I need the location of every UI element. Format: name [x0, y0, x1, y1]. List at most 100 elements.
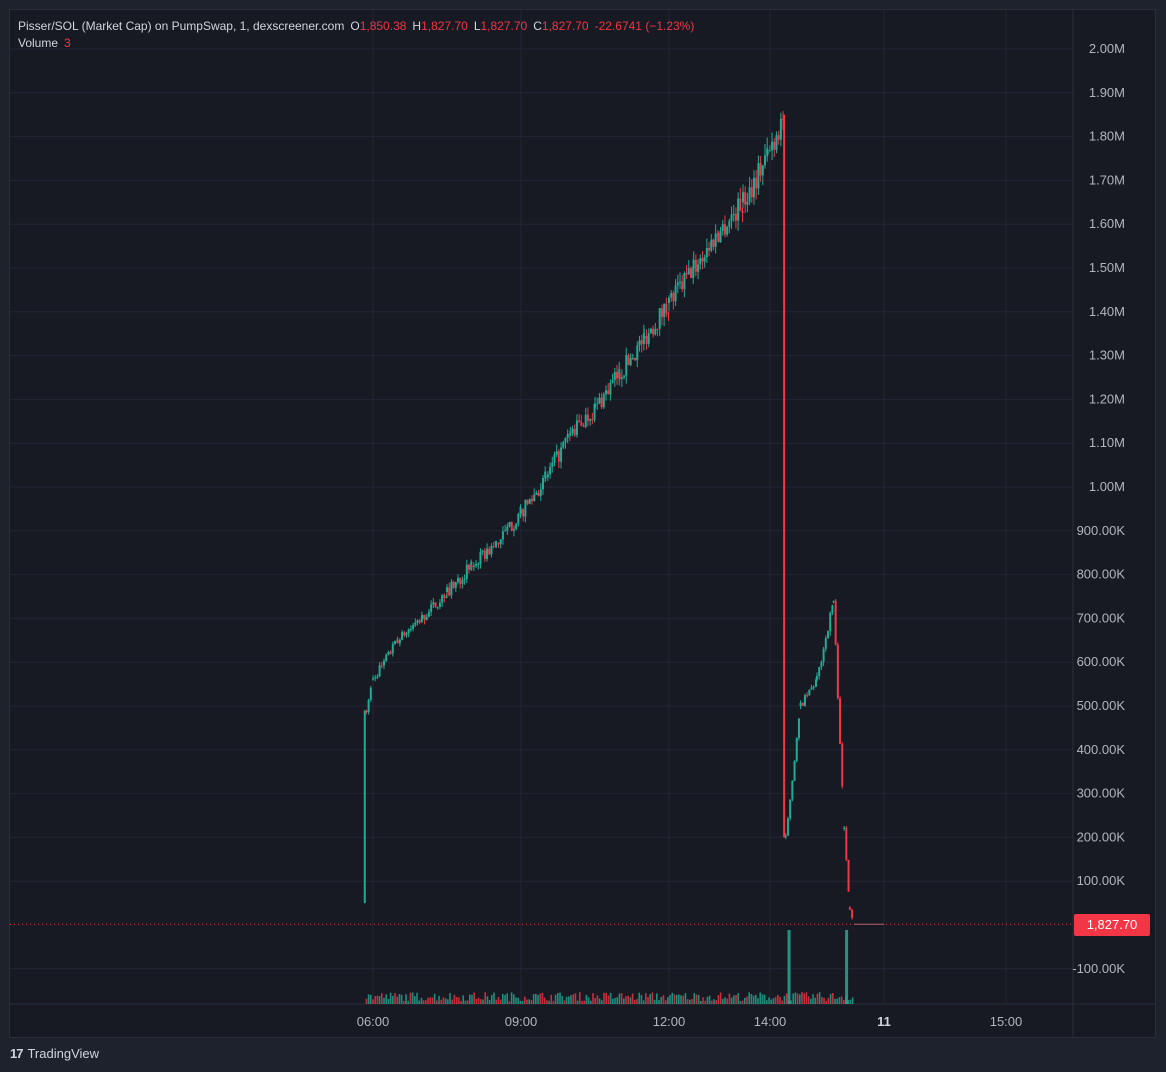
- candle-body: [522, 509, 525, 517]
- candle-body: [479, 551, 482, 564]
- candle-body: [652, 328, 655, 335]
- volume-bar: [783, 995, 786, 1004]
- candle-body: [602, 394, 605, 408]
- close-key: C: [533, 19, 542, 33]
- high-value: 1,827.70: [421, 19, 468, 33]
- candle-body: [446, 587, 448, 593]
- candle-body: [605, 390, 607, 395]
- volume-bar: [680, 995, 682, 1004]
- tradingview-logo-icon: 17: [10, 1046, 24, 1061]
- price-chart[interactable]: 2.00M 1.90M 1.80M 1.70M 1.60M 1.50M 1.40M 1.30M…: [0, 0, 1166, 1040]
- candle-body: [734, 214, 737, 221]
- volume-label: Volume: [18, 36, 59, 50]
- volume-bar: [486, 996, 489, 1004]
- volume-bar: [471, 994, 473, 1004]
- x-axis[interactable]: 06:00 09:00 12:00 14:00 11 15:00: [357, 1014, 1023, 1029]
- candle-body: [739, 198, 742, 211]
- volume-bar: [673, 994, 676, 1004]
- volume-bar: [777, 995, 779, 1004]
- candle-body: [812, 686, 815, 688]
- candle-body: [799, 702, 802, 706]
- candle-body: [376, 676, 379, 678]
- volume-bar: [528, 999, 531, 1004]
- candle-body: [831, 605, 834, 613]
- volume-bar: [823, 997, 825, 1004]
- y-tick-label: 2.00M: [1089, 41, 1125, 56]
- candle-body: [834, 600, 837, 645]
- candle-body: [584, 414, 587, 427]
- candle-body: [387, 651, 390, 655]
- candle-body: [694, 259, 697, 272]
- footer-branding[interactable]: 17 TradingView: [10, 1046, 99, 1061]
- y-tick-label: 1.10M: [1089, 435, 1125, 450]
- legend-ohlc-row: Pisser/SOL (Market Cap) on PumpSwap, 1, …: [18, 18, 694, 35]
- candle-body: [459, 577, 462, 584]
- candle-body: [441, 595, 444, 603]
- candle-body: [779, 118, 782, 140]
- volume-bar: [418, 1000, 421, 1004]
- volume-bar: [543, 997, 546, 1004]
- legend-volume-row[interactable]: Volume 3: [18, 35, 694, 52]
- candle-body: [685, 272, 688, 275]
- volume-bar: [429, 997, 432, 1004]
- volume-value: 3: [64, 36, 71, 50]
- volume-bar: [627, 995, 630, 1004]
- candle-body: [416, 620, 419, 623]
- volume-bar: [449, 993, 451, 1004]
- y-tick-label: 1.50M: [1089, 260, 1125, 275]
- volume-bar: [755, 994, 757, 1004]
- volume-bar: [695, 994, 698, 1004]
- candle-body: [470, 565, 473, 568]
- candle-body: [391, 643, 394, 654]
- candle-body: [847, 859, 850, 892]
- candle-body: [674, 285, 677, 302]
- volume-bar: [792, 993, 795, 1004]
- candle-body: [730, 214, 733, 221]
- volume-bar: [436, 1000, 438, 1004]
- volume-bar: [537, 994, 539, 1004]
- volume-bar: [458, 997, 460, 1004]
- volume-bar: [748, 992, 751, 1004]
- candle-body: [797, 718, 800, 739]
- volume-bar: [431, 997, 434, 1004]
- candle-body: [676, 282, 679, 286]
- candle-body: [398, 639, 401, 644]
- volume-bar: [614, 997, 616, 1004]
- volume-bar: [383, 997, 385, 1004]
- volume-bar: [376, 995, 379, 1004]
- candle-body: [634, 357, 637, 361]
- volume-bar: [576, 1000, 579, 1004]
- candle-body: [539, 489, 542, 496]
- y-tick-label: 800.00K: [1077, 567, 1126, 582]
- y-axis[interactable]: 2.00M 1.90M 1.80M 1.70M 1.60M 1.50M 1.40M 1.30M…: [1072, 41, 1125, 976]
- candle-body: [791, 780, 794, 800]
- symbol-title[interactable]: Pisser/SOL (Market Cap) on PumpSwap, 1, …: [18, 19, 344, 33]
- volume-bar: [563, 1000, 566, 1004]
- candle-body: [746, 201, 749, 205]
- volume-bar: [836, 998, 839, 1004]
- candle-body: [594, 404, 596, 409]
- candle-body: [492, 546, 495, 548]
- candle-body: [803, 695, 806, 706]
- volume-bar: [631, 993, 634, 1004]
- volume-bar: [605, 992, 608, 1004]
- candle-body: [486, 548, 489, 559]
- volume-bar: [583, 1000, 586, 1004]
- candle-body: [394, 640, 396, 644]
- volume-bar: [462, 995, 465, 1004]
- volume-bar: [385, 994, 388, 1004]
- candle-body: [783, 114, 786, 838]
- candle-body: [405, 633, 408, 636]
- volume-bar: [378, 996, 381, 1004]
- candle-body: [475, 564, 478, 566]
- candle-body: [793, 760, 796, 781]
- volume-bar: [513, 994, 515, 1004]
- volume-bar: [649, 994, 652, 1004]
- volume-bar: [779, 996, 781, 1004]
- candle-body: [589, 419, 592, 421]
- volume-bar: [719, 992, 722, 1004]
- candle-body: [759, 163, 762, 176]
- volume-bar: [693, 993, 696, 1004]
- volume-bar: [827, 997, 830, 1004]
- volume-bar: [796, 993, 799, 1004]
